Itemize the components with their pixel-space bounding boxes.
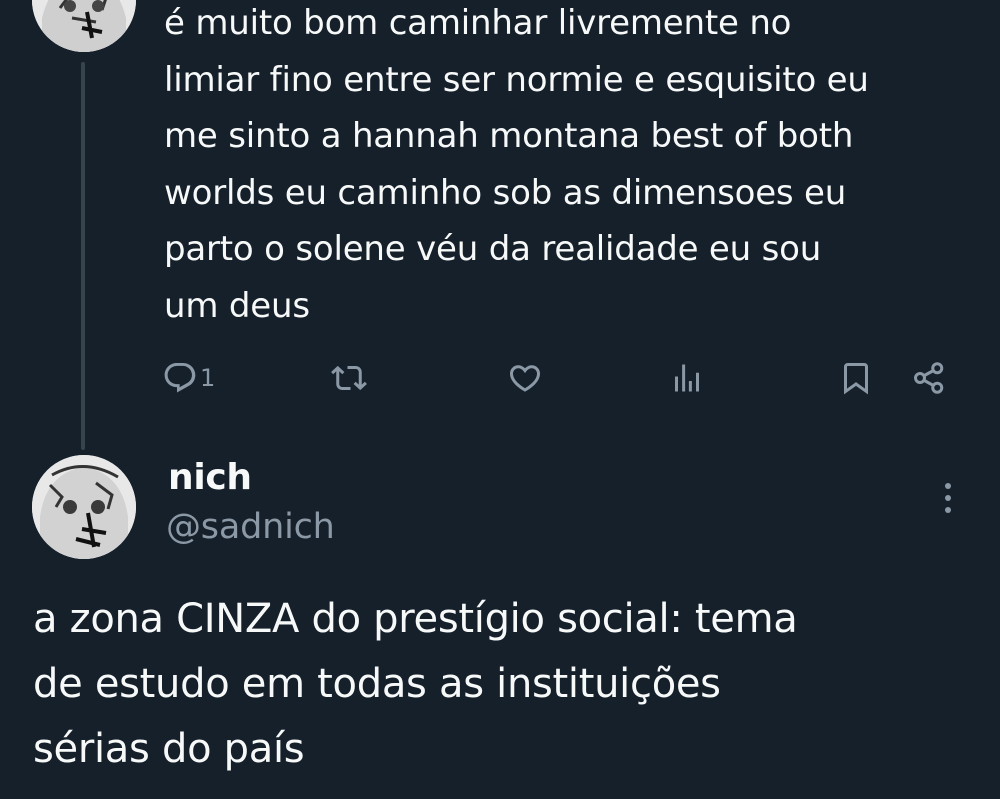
parent-tweet-text: é muito bom caminhar livremente no limia…	[164, 3, 869, 326]
like-icon	[509, 365, 541, 392]
reply-icon	[164, 363, 196, 393]
share-button[interactable]	[910, 356, 948, 400]
views-button[interactable]	[668, 356, 706, 400]
author-display-name[interactable]: nich	[168, 457, 252, 498]
views-icon	[675, 364, 699, 392]
avatar-image	[32, 0, 136, 52]
more-vertical-icon	[945, 483, 951, 513]
bookmark-button[interactable]	[838, 356, 874, 400]
avatar-image	[32, 455, 136, 559]
parent-avatar[interactable]	[32, 0, 136, 52]
bookmark-icon	[844, 363, 868, 395]
reply-count: 1	[200, 364, 216, 392]
thread-connector-line	[81, 62, 85, 450]
tweet-thread-view: é muito bom caminhar livremente no limia…	[0, 0, 1000, 799]
reply-button[interactable]: 1	[162, 356, 215, 400]
retweet-icon	[331, 365, 367, 391]
author-avatar[interactable]	[32, 455, 136, 559]
share-icon	[914, 362, 944, 394]
parent-tweet-action-bar: 1	[160, 356, 960, 400]
like-button[interactable]	[506, 356, 544, 400]
more-options-button[interactable]	[930, 476, 966, 520]
author-handle[interactable]: @sadnich	[166, 507, 335, 547]
retweet-button[interactable]	[330, 356, 368, 400]
tweet-text: a zona CINZA do prestígio social: tema d…	[33, 596, 798, 772]
